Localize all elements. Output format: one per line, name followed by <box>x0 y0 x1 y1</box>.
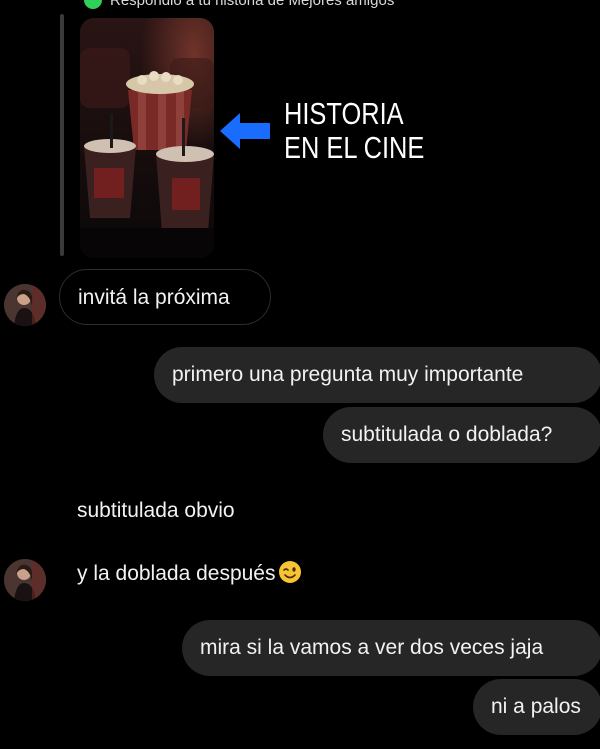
avatar[interactable] <box>4 559 46 601</box>
arrow-left-icon <box>220 113 270 149</box>
story-caption: HISTORIA EN EL CINE <box>284 96 425 165</box>
message-text: ni a palos <box>491 695 581 718</box>
message-bubble-sent[interactable]: primero una pregunta muy importante <box>154 347 600 403</box>
message-text: invitá la próxima <box>78 286 230 309</box>
story-annotation: HISTORIA EN EL CINE <box>220 96 455 166</box>
message-text: subtitulada obvio <box>77 499 235 522</box>
message-bubble-sent[interactable]: subtitulada o doblada? <box>323 407 600 463</box>
message-bubble-sent[interactable]: mira si la vamos a ver dos veces jaja <box>182 620 600 676</box>
message-text: primero una pregunta muy importante <box>172 363 524 386</box>
message-text: y la doblada después <box>77 562 276 585</box>
reply-context-text: Respondió a tu historia de Mejores amigo… <box>110 0 395 9</box>
message-text: mira si la vamos a ver dos veces jaja <box>200 636 544 659</box>
reply-context: Respondió a tu historia de Mejores amigo… <box>84 0 600 9</box>
online-status-icon <box>84 0 102 9</box>
winking-face-icon <box>278 561 301 583</box>
message-text-received[interactable]: subtitulada obvio <box>77 496 235 526</box>
profile-photo-icon <box>4 559 46 601</box>
message-text: subtitulada o doblada? <box>341 423 553 446</box>
message-bubble-sent[interactable]: ni a palos <box>473 679 600 735</box>
cinema-story-image <box>80 18 214 258</box>
reply-indicator-bar <box>60 14 64 256</box>
story-thumbnail[interactable] <box>80 18 214 258</box>
avatar[interactable] <box>4 284 46 326</box>
profile-photo-icon <box>4 284 46 326</box>
message-text-received[interactable]: y la doblada después <box>77 559 302 589</box>
message-bubble-received[interactable]: invitá la próxima <box>59 269 271 325</box>
